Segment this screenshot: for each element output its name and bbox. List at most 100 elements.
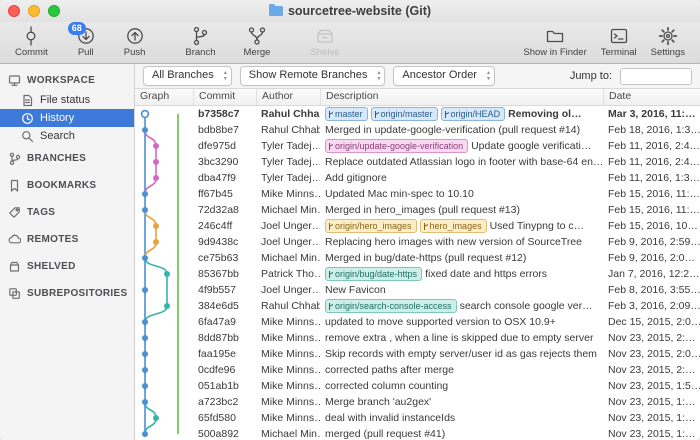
commit-description: corrected column counting bbox=[320, 379, 603, 394]
commit-date: Feb 3, 2016, 2:09… bbox=[603, 299, 700, 314]
commit-author: Patrick Tho… bbox=[256, 267, 320, 282]
branch-glyph-icon bbox=[444, 110, 450, 119]
shelf-icon bbox=[8, 260, 21, 273]
branch-badge-label: origin/master bbox=[381, 109, 433, 120]
order-dropdown[interactable]: Ancestor Order ▲▼ bbox=[393, 66, 495, 86]
commit-date: Nov 23, 2015, 1:… bbox=[603, 427, 700, 440]
commit-message: Updated Mac min-spec to 10.10 bbox=[325, 187, 474, 202]
commit-row[interactable]: 500a892Michael Min…merged (pull request … bbox=[135, 426, 700, 440]
branches-label: BRANCHES bbox=[27, 153, 86, 164]
branch-button[interactable]: Branch bbox=[178, 25, 222, 58]
commit-row[interactable]: 85367bbPatrick Tho…origin/bug/date-https… bbox=[135, 266, 700, 282]
sidebar-section-tags[interactable]: TAGS bbox=[0, 199, 134, 226]
sidebar-item-search[interactable]: Search bbox=[0, 127, 134, 145]
sidebar-section-bookmarks[interactable]: BOOKMARKS bbox=[0, 172, 134, 199]
commit-row[interactable]: 9d9438cJoel Unger…Replacing hero images … bbox=[135, 234, 700, 250]
commit-description: corrected paths after merge bbox=[320, 363, 603, 378]
shelve-button[interactable]: Shelve bbox=[303, 25, 346, 58]
repo-folder-icon bbox=[269, 6, 283, 16]
commit-date: Feb 9, 2016, 2:59… bbox=[603, 235, 700, 250]
commit-row[interactable]: b7358c7Rahul Chha…masterorigin/masterori… bbox=[135, 106, 700, 122]
commit-row[interactable]: 3bc3290Tyler Tadej…Replace outdated Atla… bbox=[135, 154, 700, 170]
commit-message: Update google verificati… bbox=[471, 139, 591, 154]
commit-dot bbox=[142, 383, 148, 389]
sidebar-item-history[interactable]: History bbox=[0, 109, 134, 127]
sidebar-section-subrepositories[interactable]: SUBREPOSITORIES bbox=[0, 280, 134, 307]
commit-date: Nov 23, 2015, 2:… bbox=[603, 363, 700, 378]
commit-row[interactable]: 65fd580Mike Minns…deal with invalid inst… bbox=[135, 410, 700, 426]
merge-icon bbox=[247, 26, 267, 46]
commit-row[interactable]: 246c4ffJoel Unger…origin/hero_imageshero… bbox=[135, 218, 700, 234]
commit-author: Michael Min… bbox=[256, 203, 320, 218]
column-header-author[interactable]: Author bbox=[256, 89, 320, 105]
search-icon bbox=[21, 130, 34, 143]
commit-message: merged (pull request #41) bbox=[325, 427, 445, 440]
commit-row[interactable]: a723bc2Mike Minns…Merge branch 'au2gex'N… bbox=[135, 394, 700, 410]
sidebar-section-shelved[interactable]: SHELVED bbox=[0, 253, 134, 280]
sidebar-item-file-status[interactable]: File status bbox=[0, 91, 134, 109]
commit-hash: 384e6d5 bbox=[193, 299, 256, 314]
commit-dot bbox=[142, 431, 148, 437]
commit-row[interactable]: dba47f9Tyler Tadej…Add gitignoreFeb 11, … bbox=[135, 170, 700, 186]
commit-row[interactable]: 384e6d5Rahul Chhab…origin/search-console… bbox=[135, 298, 700, 314]
settings-label: Settings bbox=[651, 47, 685, 58]
commit-button[interactable]: Commit bbox=[8, 25, 55, 58]
branch-badge: origin/HEAD bbox=[441, 107, 506, 121]
commit-row[interactable]: 0cdfe96Mike Minns…corrected paths after … bbox=[135, 362, 700, 378]
minimize-window-button[interactable] bbox=[28, 5, 40, 17]
tag-icon bbox=[8, 206, 21, 219]
sidebar-section-workspace[interactable]: WORKSPACE bbox=[0, 69, 134, 91]
commit-row[interactable]: ff67b45Mike Minns…Updated Mac min-spec t… bbox=[135, 186, 700, 202]
commit-hash: 9d9438c bbox=[193, 235, 256, 250]
commit-dot bbox=[153, 159, 159, 165]
pull-button[interactable]: 68 Pull bbox=[69, 25, 103, 58]
commit-row[interactable]: bdb8be7Rahul Chhab…Merged in update-goog… bbox=[135, 122, 700, 138]
settings-button[interactable]: Settings bbox=[644, 25, 692, 58]
commit-row[interactable]: 051ab1bMike Minns…corrected column count… bbox=[135, 378, 700, 394]
commit-row[interactable]: ce75b63Michael Min…Merged in bug/date-ht… bbox=[135, 250, 700, 266]
merge-button[interactable]: Merge bbox=[237, 25, 278, 58]
column-header-date[interactable]: Date bbox=[603, 89, 700, 105]
commit-row[interactable]: 72d32a8Michael Min…Merged in hero_images… bbox=[135, 202, 700, 218]
commit-dot bbox=[153, 415, 159, 421]
show-in-finder-label: Show in Finder bbox=[523, 47, 586, 58]
branch-glyph-icon bbox=[374, 110, 380, 119]
close-window-button[interactable] bbox=[8, 5, 20, 17]
terminal-button[interactable]: Terminal bbox=[594, 25, 644, 58]
pull-label: Pull bbox=[78, 47, 94, 58]
titlebar: sourcetree-website (Git) bbox=[0, 0, 700, 22]
commit-row[interactable]: 6fa47a9Mike Minns…updated to move suppor… bbox=[135, 314, 700, 330]
commit-dot bbox=[142, 127, 148, 133]
push-button[interactable]: Push bbox=[117, 25, 153, 58]
remote-branches-dropdown[interactable]: Show Remote Branches ▲▼ bbox=[240, 66, 386, 86]
branch-filter-dropdown[interactable]: All Branches ▲▼ bbox=[143, 66, 232, 86]
commit-date: Feb 9, 2016, 2:0… bbox=[603, 251, 700, 266]
commit-description: origin/search-console-accesssearch conso… bbox=[320, 299, 603, 314]
commit-dot bbox=[153, 239, 159, 245]
commit-message: corrected paths after merge bbox=[325, 363, 454, 378]
terminal-icon bbox=[609, 26, 629, 46]
branch-badge-label: hero_images bbox=[430, 221, 482, 232]
commit-row[interactable]: faa195eMike Minns…Skip records with empt… bbox=[135, 346, 700, 362]
zoom-window-button[interactable] bbox=[48, 5, 60, 17]
show-in-finder-button[interactable]: Show in Finder bbox=[516, 25, 593, 58]
column-header-commit[interactable]: Commit bbox=[193, 89, 256, 105]
branch-badge: hero_images bbox=[420, 219, 487, 233]
sidebar-section-branches[interactable]: BRANCHES bbox=[0, 145, 134, 172]
bookmarks-label: BOOKMARKS bbox=[27, 180, 96, 191]
jump-to-input[interactable] bbox=[620, 68, 692, 85]
commit-message: Skip records with empty server/user id a… bbox=[325, 347, 597, 362]
commit-author: Mike Minns… bbox=[256, 187, 320, 202]
commit-author: Tyler Tadej… bbox=[256, 171, 320, 186]
branch-badge: origin/bug/date-https bbox=[325, 267, 422, 281]
commit-date: Jan 7, 2016, 12:2… bbox=[603, 267, 700, 282]
commit-date: Feb 8, 2016, 3:55… bbox=[603, 283, 700, 298]
column-header-graph[interactable]: Graph bbox=[135, 89, 193, 105]
commit-row[interactable]: 8dd87bbMike Minns…remove extra , when a … bbox=[135, 330, 700, 346]
sidebar-section-remotes[interactable]: REMOTES bbox=[0, 226, 134, 253]
commit-row[interactable]: 4f9b557Joel Unger…New FaviconFeb 8, 2016… bbox=[135, 282, 700, 298]
column-header-description[interactable]: Description bbox=[320, 89, 603, 105]
commit-hash: 246c4ff bbox=[193, 219, 256, 234]
commit-row[interactable]: dfe975dTyler Tadej…origin/update-google-… bbox=[135, 138, 700, 154]
jump-to-label: Jump to: bbox=[570, 70, 612, 82]
